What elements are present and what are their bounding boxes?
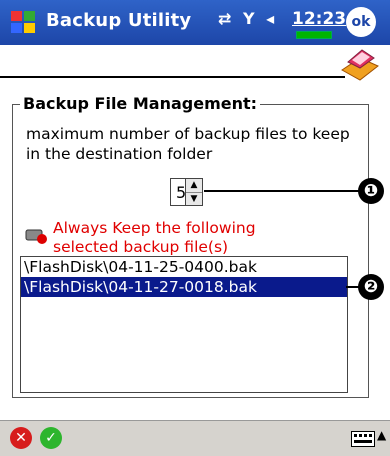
max-files-description: maximum number of backup files to keep i… bbox=[26, 125, 350, 163]
app-header bbox=[0, 45, 390, 87]
input-menu-arrow-icon[interactable]: ▲ bbox=[377, 428, 386, 442]
app-title: Backup Utility bbox=[46, 10, 192, 31]
spin-up-icon[interactable]: ▲ bbox=[186, 179, 202, 193]
callout-1: ❶ bbox=[358, 178, 384, 204]
callout-line-1 bbox=[204, 190, 364, 192]
backup-utility-logo-icon bbox=[341, 49, 379, 81]
ok-button[interactable]: ok bbox=[346, 7, 376, 37]
status-icons: ⇄ Y ◂ bbox=[218, 9, 280, 28]
volume-icon[interactable]: ◂ bbox=[266, 9, 274, 28]
list-item[interactable]: \FlashDisk\04-11-27-0018.bak bbox=[21, 277, 347, 297]
spin-down-icon[interactable]: ▼ bbox=[186, 193, 202, 206]
title-bar: Backup Utility ⇄ Y ◂ 12:23 ok bbox=[0, 0, 390, 45]
header-divider bbox=[0, 76, 345, 78]
keep-file-icon bbox=[25, 229, 47, 244]
clock[interactable]: 12:23 bbox=[292, 9, 346, 29]
battery-icon bbox=[296, 31, 332, 39]
signal-icon[interactable]: Y bbox=[243, 9, 255, 28]
bottom-toolbar: ✕ ✓ ▲ bbox=[0, 420, 390, 456]
backup-file-list[interactable]: \FlashDisk\04-11-25-0400.bak \FlashDisk\… bbox=[20, 256, 348, 393]
keyboard-icon[interactable] bbox=[351, 431, 375, 447]
windows-start-icon[interactable] bbox=[8, 7, 38, 37]
max-files-stepper[interactable]: ▲ ▼ bbox=[185, 178, 203, 206]
group-title: Backup File Management: bbox=[20, 94, 261, 113]
callout-2: ❷ bbox=[358, 274, 384, 300]
accept-icon[interactable]: ✓ bbox=[40, 427, 62, 449]
list-item[interactable]: \FlashDisk\04-11-25-0400.bak bbox=[21, 257, 347, 277]
keep-files-label: Always Keep the following selected backu… bbox=[53, 219, 256, 256]
cancel-icon[interactable]: ✕ bbox=[10, 427, 32, 449]
connectivity-icon[interactable]: ⇄ bbox=[218, 9, 231, 28]
